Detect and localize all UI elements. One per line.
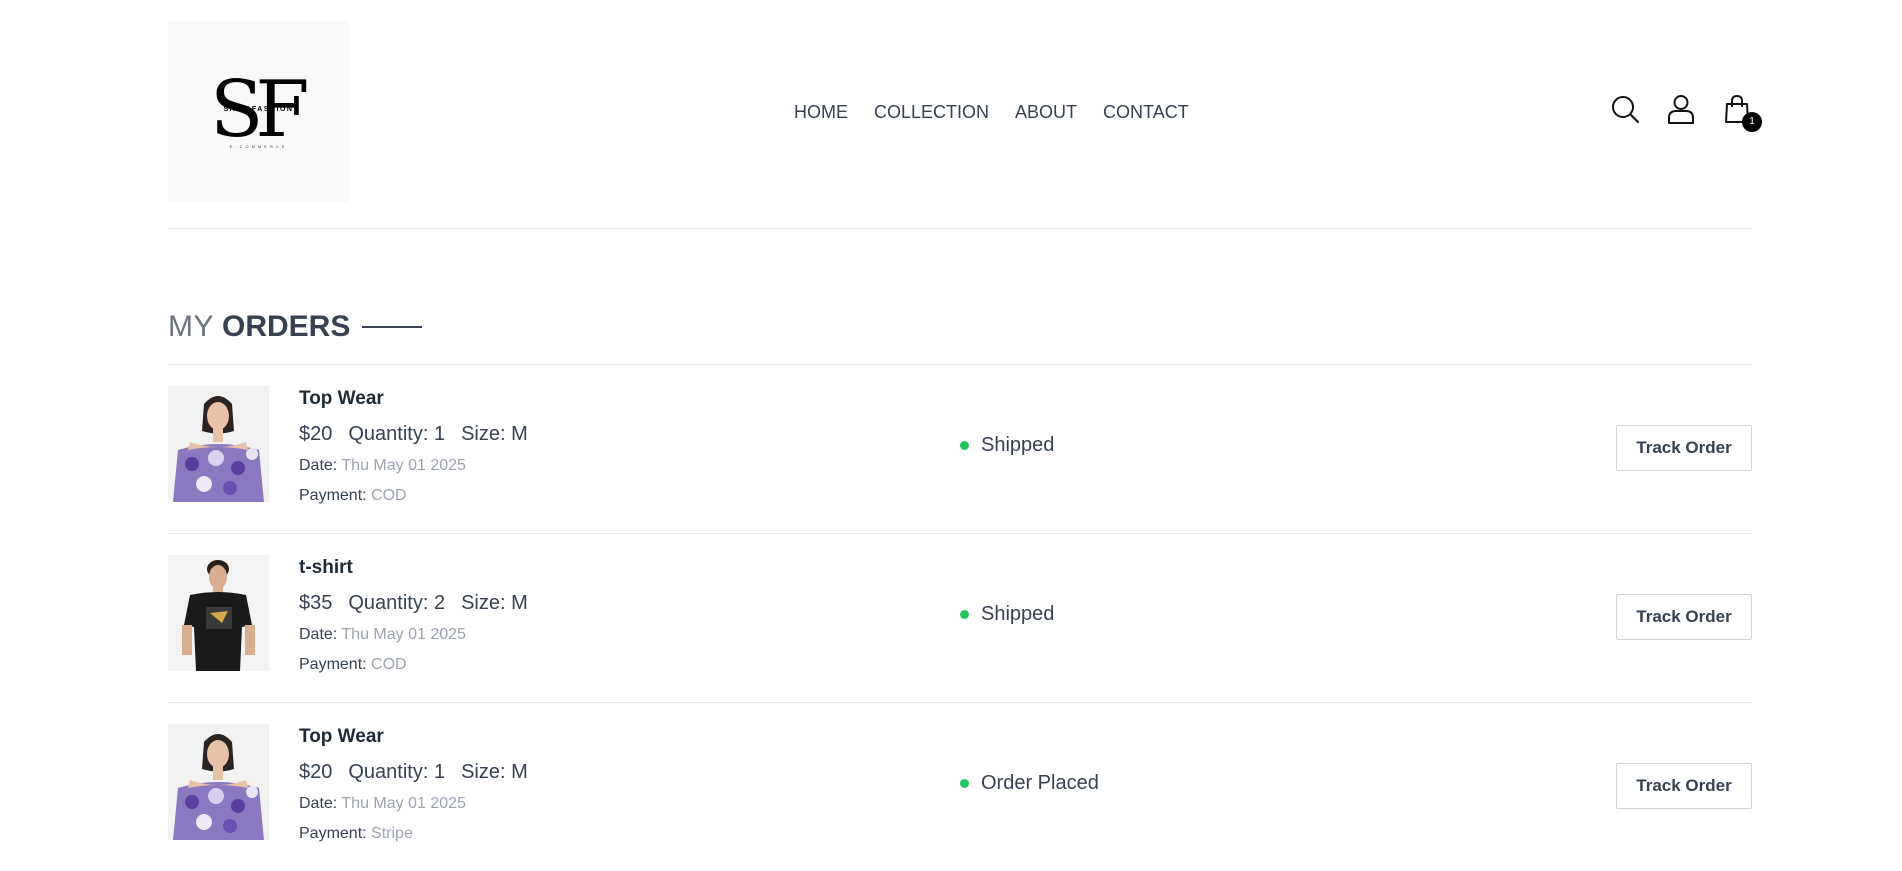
product-quantity: Quantity: 2	[348, 592, 446, 614]
site-header: SF SHIVAFASHION E-COMMERCE HOME COLLECTI…	[168, 0, 1762, 229]
date-value: Thu May 01 2025	[341, 457, 466, 474]
profile-icon[interactable]	[1666, 94, 1696, 124]
order-date: Date: Thu May 01 2025	[299, 624, 544, 645]
payment-label: Payment:	[299, 487, 367, 504]
product-name: t-shirt	[299, 557, 353, 578]
logo-tagline: E-COMMERCE	[229, 144, 288, 149]
order-payment: Payment: COD	[299, 654, 544, 675]
product-image	[168, 724, 269, 840]
page-title-part1: MY	[168, 310, 214, 343]
product-size: Size: M	[461, 761, 528, 783]
product-image	[168, 386, 269, 502]
price-row: $20 Quantity: 1 Size: M	[299, 422, 544, 446]
product-name: Top Wear	[299, 388, 384, 409]
main-nav: HOME COLLECTION ABOUT CONTACT	[794, 102, 1215, 123]
nav-home[interactable]: HOME	[794, 102, 848, 123]
header-icons: 1	[1610, 94, 1762, 132]
product-name: Top Wear	[299, 726, 384, 747]
order-date: Date: Thu May 01 2025	[299, 793, 544, 814]
page-title-part2: ORDERS	[222, 310, 351, 343]
cart-count-badge: 1	[1742, 112, 1762, 132]
logo-name: SHIVAFASHION	[223, 106, 294, 113]
search-icon[interactable]	[1610, 94, 1640, 124]
status-text: Shipped	[981, 603, 1055, 625]
track-order-button[interactable]: Track Order	[1616, 594, 1752, 640]
page-title: MY ORDERS	[168, 310, 423, 344]
title-underline	[362, 326, 423, 328]
payment-value: COD	[371, 487, 407, 504]
nav-about[interactable]: ABOUT	[1015, 102, 1077, 123]
track-order-button[interactable]: Track Order	[1616, 425, 1752, 471]
logo[interactable]: SF SHIVAFASHION E-COMMERCE	[168, 21, 349, 202]
payment-label: Payment:	[299, 656, 367, 673]
date-label: Date:	[299, 626, 338, 643]
order-info: Top Wear $20 Quantity: 1 Size: M Date: T…	[299, 387, 544, 506]
status-dot	[960, 610, 969, 619]
nav-collection[interactable]: COLLECTION	[874, 102, 989, 123]
order-payment: Payment: COD	[299, 485, 544, 506]
order-info: t-shirt $35 Quantity: 2 Size: M Date: Th…	[299, 556, 544, 675]
cart-icon[interactable]: 1	[1722, 94, 1762, 132]
order-info: Top Wear $20 Quantity: 1 Size: M Date: T…	[299, 725, 544, 844]
price-row: $20 Quantity: 1 Size: M	[299, 760, 544, 784]
payment-value: COD	[371, 656, 407, 673]
product-price: $20	[299, 761, 333, 783]
product-size: Size: M	[461, 423, 528, 445]
status-text: Shipped	[981, 434, 1055, 456]
order-status: Shipped	[960, 434, 1054, 457]
product-image	[168, 555, 269, 671]
status-dot	[960, 441, 969, 450]
order-status: Shipped	[960, 603, 1054, 626]
status-dot	[960, 779, 969, 788]
track-order-button[interactable]: Track Order	[1616, 763, 1752, 809]
order-row: t-shirt $35 Quantity: 2 Size: M Date: Th…	[168, 534, 1752, 703]
orders-list: Top Wear $20 Quantity: 1 Size: M Date: T…	[168, 364, 1752, 871]
date-label: Date:	[299, 795, 338, 812]
payment-label: Payment:	[299, 825, 367, 842]
product-price: $35	[299, 592, 333, 614]
product-quantity: Quantity: 1	[348, 761, 446, 783]
date-value: Thu May 01 2025	[341, 795, 466, 812]
payment-value: Stripe	[371, 825, 413, 842]
product-size: Size: M	[461, 592, 528, 614]
order-date: Date: Thu May 01 2025	[299, 455, 544, 476]
price-row: $35 Quantity: 2 Size: M	[299, 591, 544, 615]
order-row: Top Wear $20 Quantity: 1 Size: M Date: T…	[168, 365, 1752, 534]
order-payment: Payment: Stripe	[299, 823, 544, 844]
order-row: Top Wear $20 Quantity: 1 Size: M Date: T…	[168, 703, 1752, 871]
nav-contact[interactable]: CONTACT	[1103, 102, 1189, 123]
product-quantity: Quantity: 1	[348, 423, 446, 445]
status-text: Order Placed	[981, 772, 1099, 794]
order-status: Order Placed	[960, 772, 1099, 795]
product-price: $20	[299, 423, 333, 445]
date-label: Date:	[299, 457, 338, 474]
date-value: Thu May 01 2025	[341, 626, 466, 643]
